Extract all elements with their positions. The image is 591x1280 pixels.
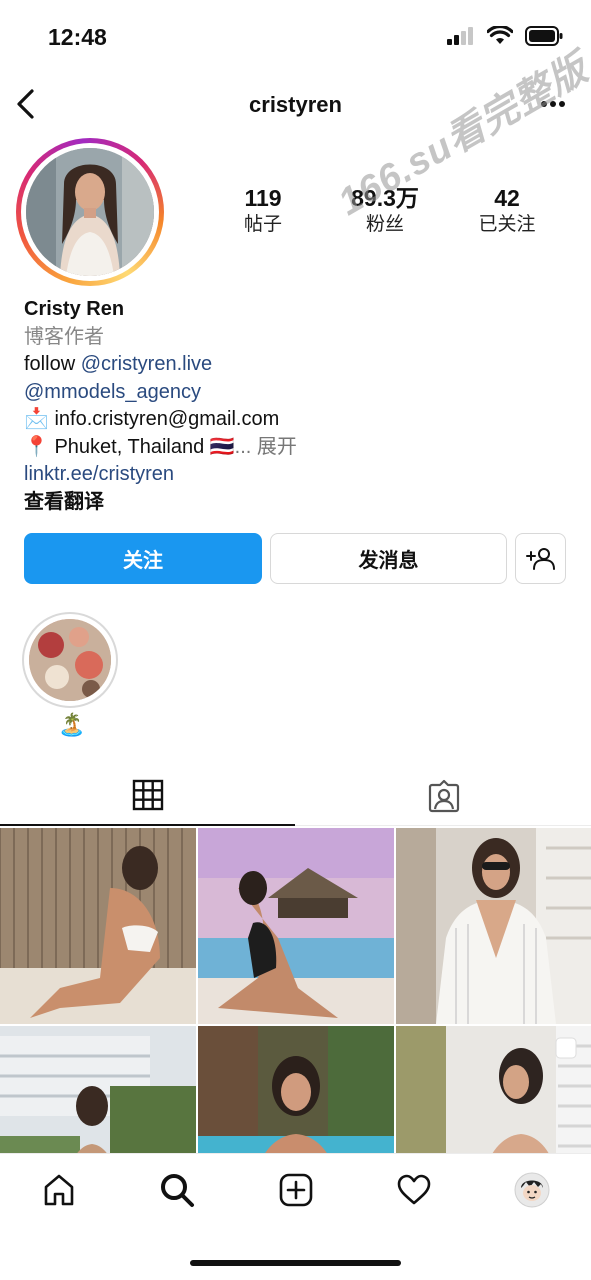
mention-cristyren-live-link[interactable]: @cristyren.live bbox=[81, 353, 212, 375]
story-highlight[interactable] bbox=[22, 612, 118, 708]
status-time: 12:48 bbox=[48, 24, 107, 50]
bio-email-line: 📩 info.cristyren@gmail.com bbox=[24, 406, 564, 434]
posts-label: 帖子 bbox=[243, 214, 282, 235]
highlight-cover-image bbox=[29, 619, 111, 701]
post-thumbnail[interactable] bbox=[198, 828, 394, 1024]
nav-create-button[interactable] bbox=[276, 1170, 316, 1210]
highlight-label: 🏝️ bbox=[58, 712, 86, 737]
bio-location-text: Phuket, Thailand 🇹🇭 bbox=[48, 435, 235, 458]
grid-icon bbox=[132, 779, 163, 811]
new-post-icon bbox=[279, 1173, 313, 1207]
nav-profile-button[interactable] bbox=[512, 1170, 552, 1210]
bio-expand-link[interactable]: ... 展开 bbox=[235, 436, 297, 458]
nav-search-button[interactable] bbox=[157, 1170, 197, 1210]
suggested-users-button[interactable] bbox=[515, 533, 566, 584]
battery-icon bbox=[525, 26, 563, 46]
category-label: 博客作者 bbox=[24, 325, 104, 348]
post-thumbnail[interactable] bbox=[396, 828, 591, 1024]
multi-photo-icon bbox=[555, 1037, 577, 1059]
bio-follow-line: follow @cristyren.live bbox=[24, 351, 564, 379]
profile-avatar-icon bbox=[514, 1172, 550, 1208]
wifi-icon bbox=[487, 26, 513, 44]
pin-icon: 📍 bbox=[24, 435, 49, 458]
bio-agency-line: @mmodels_agency bbox=[24, 379, 564, 407]
cellular-signal-icon bbox=[447, 27, 473, 45]
bio-follow-prefix: follow bbox=[24, 353, 81, 375]
see-translation-link[interactable]: 查看翻译 bbox=[24, 489, 564, 517]
more-dots-icon bbox=[541, 101, 565, 107]
followers-count: 89.3万 bbox=[351, 185, 419, 211]
profile-header: cristyren bbox=[0, 78, 591, 134]
tab-posts-grid[interactable] bbox=[0, 766, 295, 826]
profile-avatar bbox=[26, 148, 154, 276]
profile-avatar-story-ring[interactable] bbox=[16, 138, 164, 286]
more-options-button[interactable] bbox=[539, 92, 567, 116]
nav-home-button[interactable] bbox=[39, 1170, 79, 1210]
post-thumbnail[interactable] bbox=[198, 1026, 394, 1153]
status-icons bbox=[447, 26, 563, 46]
posts-grid bbox=[0, 828, 591, 1153]
stat-posts[interactable]: 119 帖子 bbox=[208, 184, 318, 238]
home-icon bbox=[44, 1174, 74, 1206]
search-icon bbox=[161, 1174, 194, 1207]
website-link[interactable]: linktr.ee/cristyren bbox=[24, 463, 174, 485]
bottom-navigation bbox=[0, 1153, 591, 1233]
bio-location-line: 📍 Phuket, Thailand 🇹🇭... 展开 bbox=[24, 434, 564, 462]
status-bar: 12:48 bbox=[0, 0, 591, 72]
envelope-icon: 📩 bbox=[24, 408, 49, 430]
mention-mmodels-agency-link[interactable]: @mmodels_agency bbox=[24, 381, 201, 403]
username-title: cristyren bbox=[249, 92, 342, 117]
nav-activity-button[interactable] bbox=[394, 1170, 434, 1210]
stat-followers[interactable]: 89.3万 粉丝 bbox=[330, 184, 440, 238]
post-thumbnail[interactable] bbox=[396, 1026, 591, 1153]
bio-email-text: info.cristyren@gmail.com bbox=[48, 408, 280, 430]
profile-bio: Cristy Ren 博客作者 follow @cristyren.live @… bbox=[24, 296, 564, 516]
stat-following[interactable]: 42 已关注 bbox=[452, 184, 562, 238]
avatar-portrait-image bbox=[26, 148, 154, 276]
tagged-icon bbox=[428, 779, 459, 813]
following-label: 已关注 bbox=[478, 214, 536, 235]
followers-label: 粉丝 bbox=[365, 214, 404, 235]
display-name: Cristy Ren bbox=[24, 298, 125, 320]
home-indicator[interactable] bbox=[190, 1260, 401, 1266]
posts-count: 119 bbox=[244, 185, 282, 211]
message-button[interactable]: 发消息 bbox=[270, 533, 507, 584]
post-thumbnail[interactable] bbox=[0, 828, 196, 1024]
follow-button[interactable]: 关注 bbox=[24, 533, 262, 584]
activity-heart-icon bbox=[397, 1174, 431, 1205]
bio-website-line: linktr.ee/cristyren bbox=[24, 461, 564, 489]
post-thumbnail[interactable] bbox=[0, 1026, 196, 1153]
tab-tagged[interactable] bbox=[296, 766, 591, 826]
following-count: 42 bbox=[494, 185, 520, 211]
add-person-icon bbox=[525, 547, 555, 570]
profile-tabs bbox=[0, 766, 591, 826]
